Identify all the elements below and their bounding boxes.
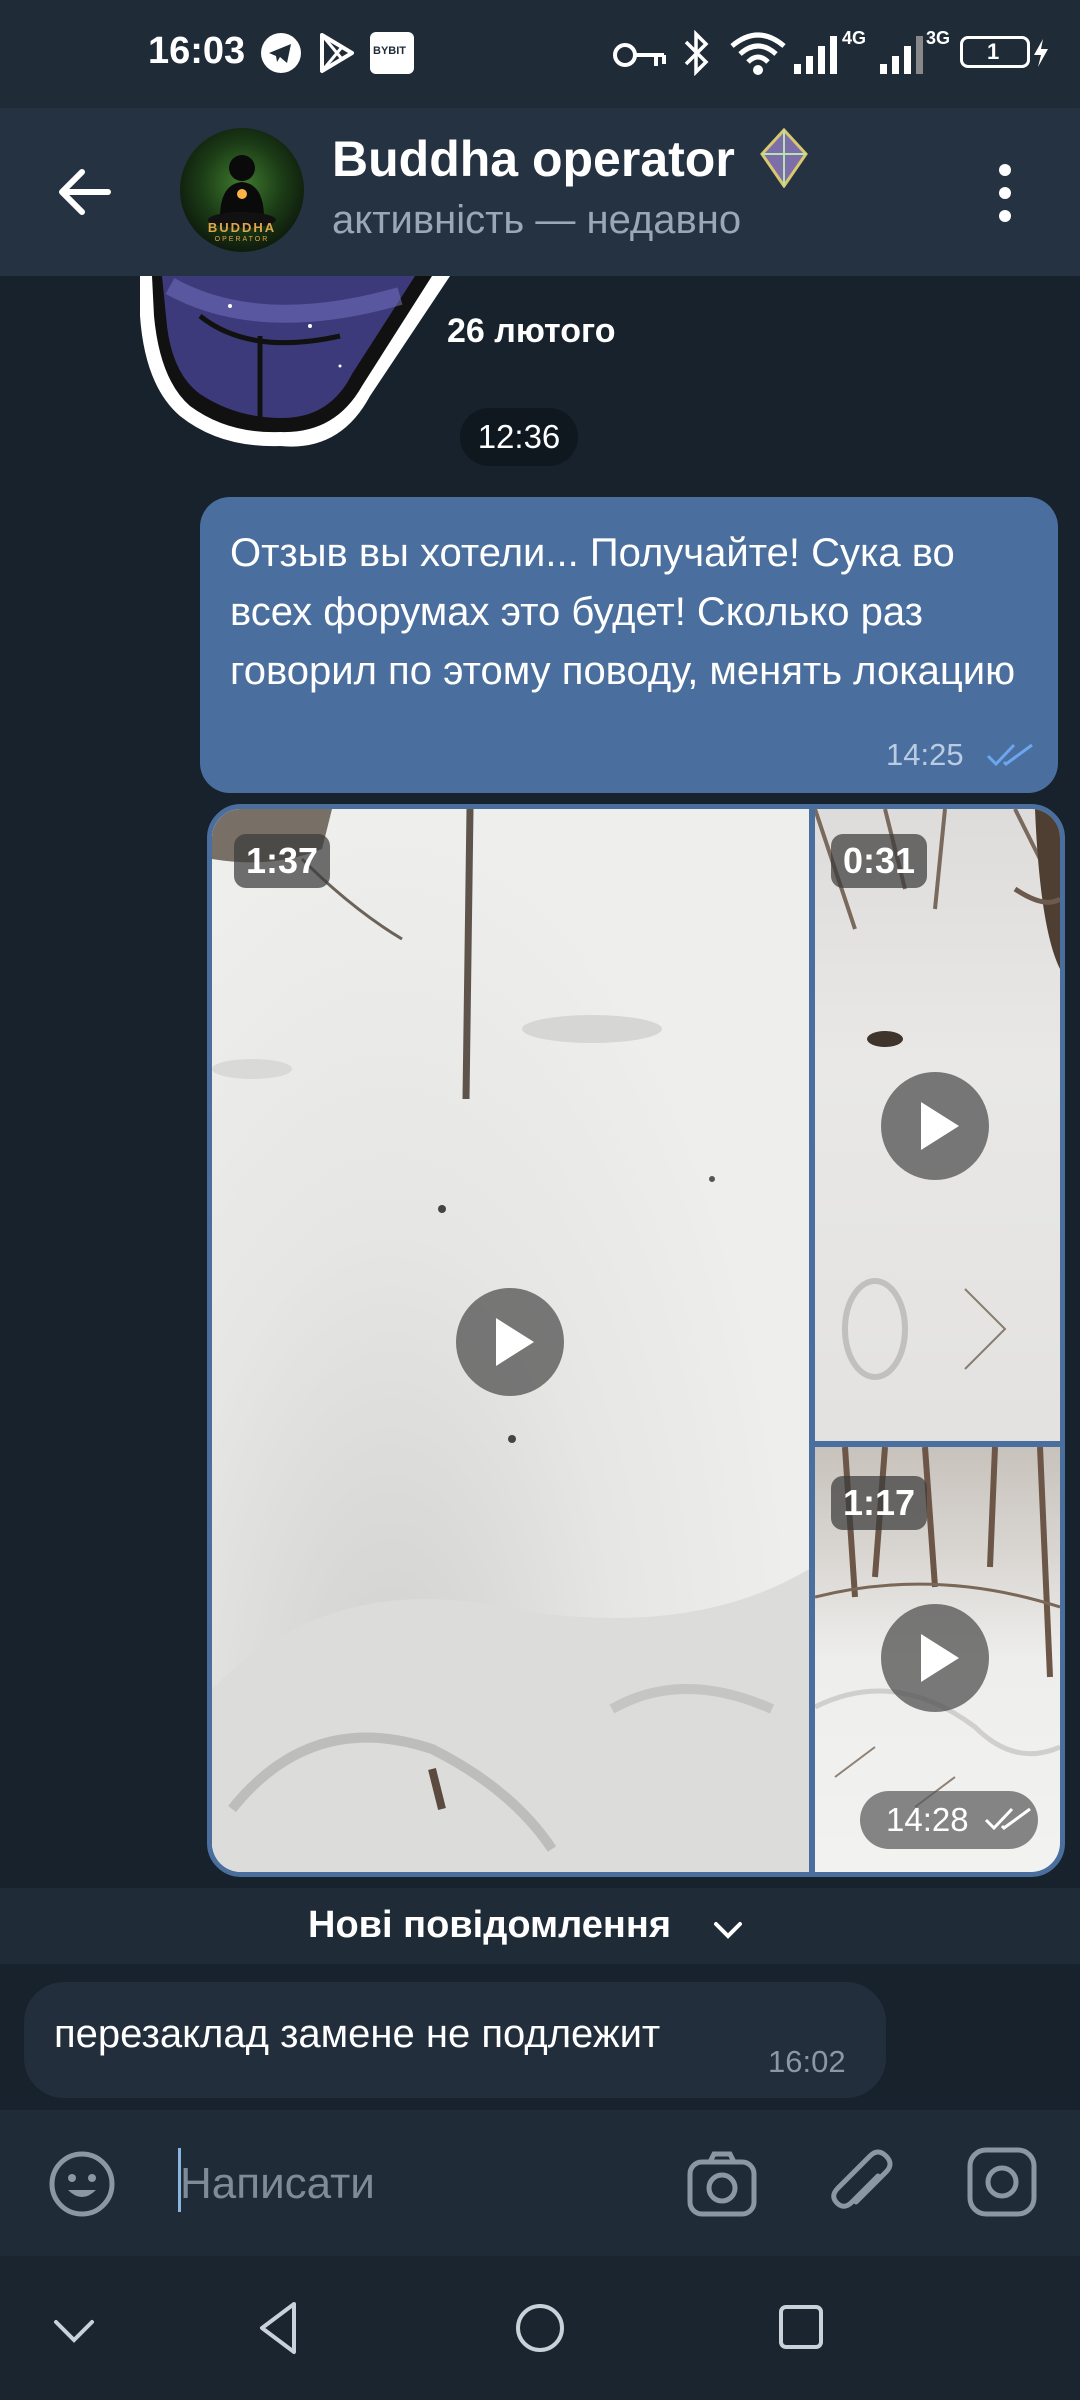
back-arrow-icon[interactable] (52, 160, 116, 224)
incoming-message-time: 16:02 (768, 2044, 846, 2079)
date-label: 26 лютого (447, 312, 616, 350)
emoji-icon[interactable] (48, 2150, 116, 2218)
bybit-icon: BYBIT (370, 32, 414, 74)
bybit-label: BYBIT (373, 45, 406, 57)
chevron-down-icon[interactable] (52, 2316, 96, 2346)
play-button[interactable] (456, 1288, 564, 1396)
chat-status: активність — недавно (332, 198, 742, 242)
wifi-icon (730, 32, 786, 75)
play-button[interactable] (881, 1072, 989, 1180)
play-button[interactable] (881, 1604, 989, 1712)
signal-3g-label: 3G (926, 28, 951, 48)
nav-recents-icon[interactable] (778, 2304, 824, 2350)
media-message-time: 14:28 (886, 1801, 969, 1838)
time-label: 12:36 (460, 408, 578, 466)
telegram-icon (261, 33, 301, 73)
bluetooth-icon (684, 30, 709, 76)
chat-title[interactable]: Buddha operator (332, 130, 735, 188)
nav-back-icon[interactable] (256, 2300, 300, 2356)
read-checkmarks-icon (986, 743, 1033, 767)
video-duration: 1:17 (831, 1476, 928, 1530)
outgoing-message-text: Отзыв вы хотели... Получайте! Сука во вс… (230, 531, 1016, 693)
outgoing-message-time: 14:25 (886, 737, 964, 772)
status-time: 16:03 (148, 30, 246, 72)
avatar-text: BUDDHA (207, 220, 277, 235)
google-play-icon (320, 33, 354, 73)
premium-badge-icon[interactable] (758, 128, 810, 188)
play-icon (921, 1102, 959, 1150)
nav-home-icon[interactable] (514, 2302, 566, 2354)
play-icon (496, 1318, 534, 1366)
video-duration: 1:37 (234, 834, 331, 888)
media-group[interactable]: 1:37 0:31 1:17 (207, 804, 1065, 1877)
avatar-subtext: OPERATOR (214, 236, 270, 243)
incoming-message-text: перезаклад замене не подлежит (54, 2012, 661, 2056)
battery-icon: 1 (960, 36, 1030, 68)
vpn-key-icon (613, 43, 666, 67)
instagram-icon[interactable] (966, 2146, 1038, 2218)
message-input[interactable] (180, 2156, 640, 2212)
video-thumbnail[interactable]: 1:37 (212, 809, 809, 1872)
read-checkmarks-icon (984, 1807, 1031, 1831)
new-messages-label: Нові повідомлення (308, 1904, 672, 1946)
charging-icon (1034, 39, 1048, 67)
video-thumbnail[interactable]: 0:31 (815, 809, 1060, 1441)
avatar[interactable]: BUDDHA OPERATOR (180, 128, 304, 252)
play-icon (921, 1634, 959, 1682)
camera-icon[interactable] (686, 2148, 758, 2220)
sticker-image[interactable] (140, 276, 460, 452)
video-duration: 0:31 (831, 834, 928, 888)
battery-level: 1 (987, 39, 1000, 64)
chevron-down-icon (714, 1922, 742, 1939)
paperclip-icon[interactable] (826, 2146, 898, 2222)
more-options-icon[interactable] (990, 160, 1020, 226)
signal-4g-label: 4G (842, 28, 867, 48)
